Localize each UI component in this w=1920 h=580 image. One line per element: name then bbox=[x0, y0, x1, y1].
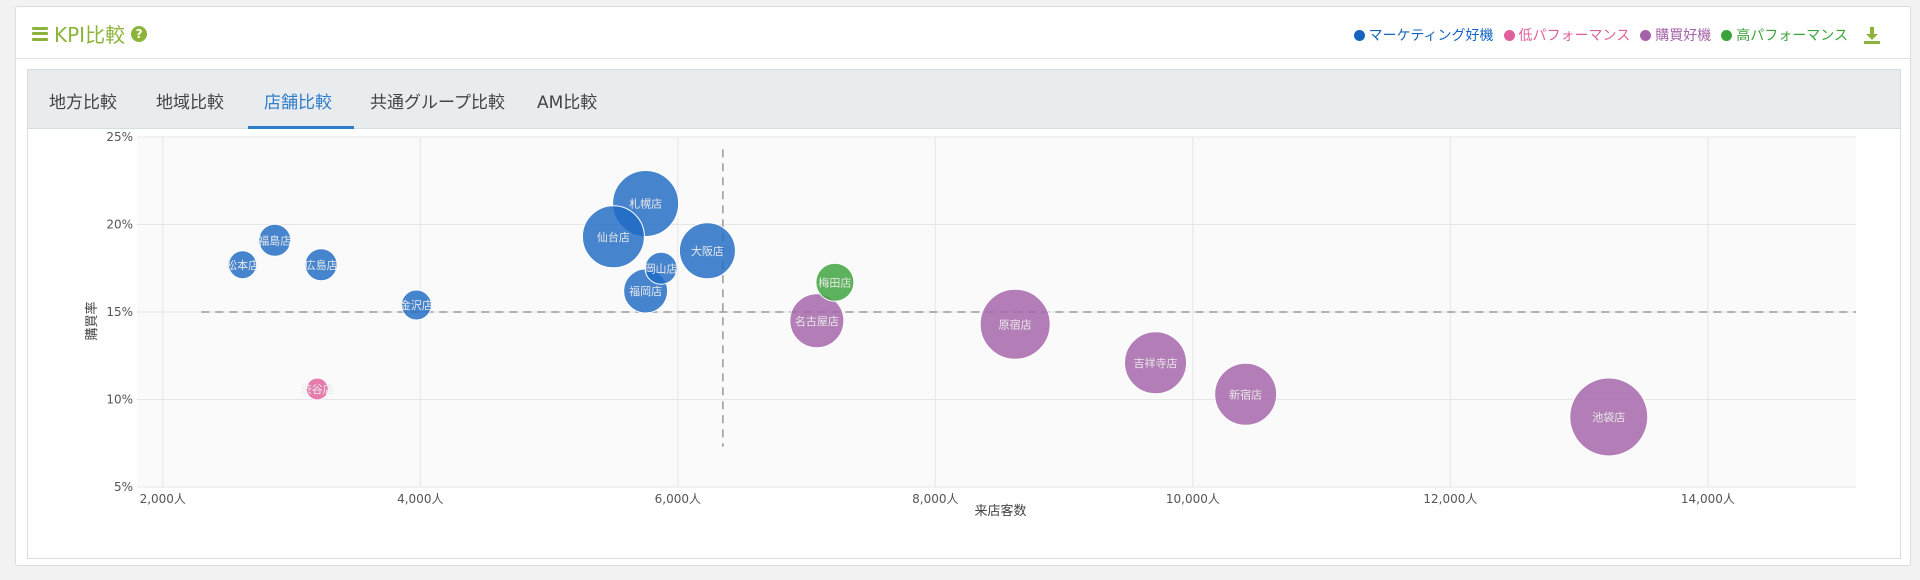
legend-dot bbox=[1721, 29, 1733, 41]
y-tick-label: 5% bbox=[114, 480, 133, 494]
x-tick-label: 6,000人 bbox=[655, 492, 701, 506]
help-icon[interactable]: ? bbox=[131, 25, 148, 42]
bubble-label: 松本店 bbox=[226, 258, 259, 272]
x-tick-label: 10,000人 bbox=[1166, 492, 1220, 506]
bubble-label: 福島店 bbox=[258, 233, 291, 247]
x-axis-title: 来店客数 bbox=[974, 503, 1026, 519]
legend-item-marketing[interactable]: マーケティング好機 bbox=[1353, 25, 1494, 45]
bubble-label: 梅田店 bbox=[818, 275, 851, 289]
legend-dot bbox=[1640, 29, 1652, 41]
bubble-吉祥寺店: 吉祥寺店 bbox=[1124, 331, 1188, 395]
legend-item-high[interactable]: 高パフォーマンス bbox=[1721, 25, 1848, 45]
bubble-名古屋店: 名古屋店 bbox=[789, 293, 845, 349]
bubble-新宿店: 新宿店 bbox=[1214, 362, 1278, 426]
bubble-label: 原宿店 bbox=[999, 317, 1032, 331]
comparison-card: 地方比較 地域比較 店舗比較 共通グループ比較 AM比較 2,000人 4,000… bbox=[27, 69, 1901, 559]
bubble-label: 池袋店 bbox=[1592, 410, 1625, 424]
legend-dot bbox=[1503, 29, 1515, 41]
bubble-label: 福岡店 bbox=[629, 284, 662, 298]
bubble-広島店: 広島店 bbox=[304, 248, 338, 282]
y-tick-label: 10% bbox=[106, 393, 133, 407]
x-tick-label: 12,000人 bbox=[1423, 492, 1477, 506]
bubble-大阪店: 大阪店 bbox=[678, 222, 736, 280]
x-tick-label: 2,000人 bbox=[140, 492, 186, 506]
bubble-label: 名古屋店 bbox=[795, 314, 839, 328]
legend-label: 低パフォーマンス bbox=[1518, 28, 1631, 44]
legend-item-low[interactable]: 低パフォーマンス bbox=[1503, 25, 1631, 45]
x-tick-label: 4,000人 bbox=[397, 492, 443, 506]
bubble-label: 吉祥寺店 bbox=[1134, 356, 1178, 370]
y-tick-label: 15% bbox=[106, 305, 133, 319]
x-tick-label: 8,000人 bbox=[912, 492, 958, 506]
bubble-福島店: 福島店 bbox=[258, 223, 292, 257]
legend: マーケティング好機 低パフォーマンス 購買好機 高パフォーマンス bbox=[1344, 25, 1882, 45]
bubble-label: 新宿店 bbox=[1229, 387, 1262, 401]
y-axis-title: 購買率 bbox=[84, 301, 100, 340]
legend-label: マーケティング好機 bbox=[1368, 28, 1494, 44]
kpi-panel: KPI比較 ? マーケティング好機 低パフォーマンス 購買好機 高パフォーマンス bbox=[15, 6, 1911, 566]
menu-icon[interactable] bbox=[32, 26, 48, 41]
bubble-label: 渋谷店 bbox=[301, 382, 334, 396]
bubble-label: 岡山店 bbox=[645, 261, 678, 275]
bubble-label: 札幌店 bbox=[629, 197, 662, 211]
bubble-仙台店: 仙台店 bbox=[581, 205, 645, 269]
panel-title-area: KPI比較 ? bbox=[32, 19, 148, 48]
bubble-label: 広島店 bbox=[305, 258, 338, 272]
panel-header: KPI比較 ? マーケティング好機 低パフォーマンス 購買好機 高パフォーマンス bbox=[16, 7, 1910, 59]
y-tick-label: 20% bbox=[106, 218, 133, 232]
x-tick-label: 14,000人 bbox=[1681, 492, 1735, 506]
bubble-label: 大阪店 bbox=[691, 244, 724, 258]
bubble-label: 金沢店 bbox=[400, 298, 433, 312]
y-tick-label: 25% bbox=[106, 130, 133, 144]
download-icon[interactable] bbox=[1862, 26, 1882, 44]
legend-dot bbox=[1353, 29, 1365, 41]
bubble-岡山店: 岡山店 bbox=[644, 251, 678, 285]
bubble-chart: 2,000人 4,000人 6,000人 8,000人 10,000人 12,000人 14… bbox=[84, 130, 1856, 519]
legend-label: 購買好機 bbox=[1655, 28, 1712, 44]
legend-item-purchase[interactable]: 購買好機 bbox=[1640, 25, 1711, 45]
page-title: KPI比較 bbox=[54, 23, 126, 47]
bubble-label: 仙台店 bbox=[597, 230, 630, 244]
legend-label: 高パフォーマンス bbox=[1736, 28, 1848, 44]
bubble-梅田店: 梅田店 bbox=[815, 262, 855, 302]
bubble-池袋店: 池袋店 bbox=[1569, 377, 1649, 457]
bubble-原宿店: 原宿店 bbox=[979, 288, 1051, 360]
